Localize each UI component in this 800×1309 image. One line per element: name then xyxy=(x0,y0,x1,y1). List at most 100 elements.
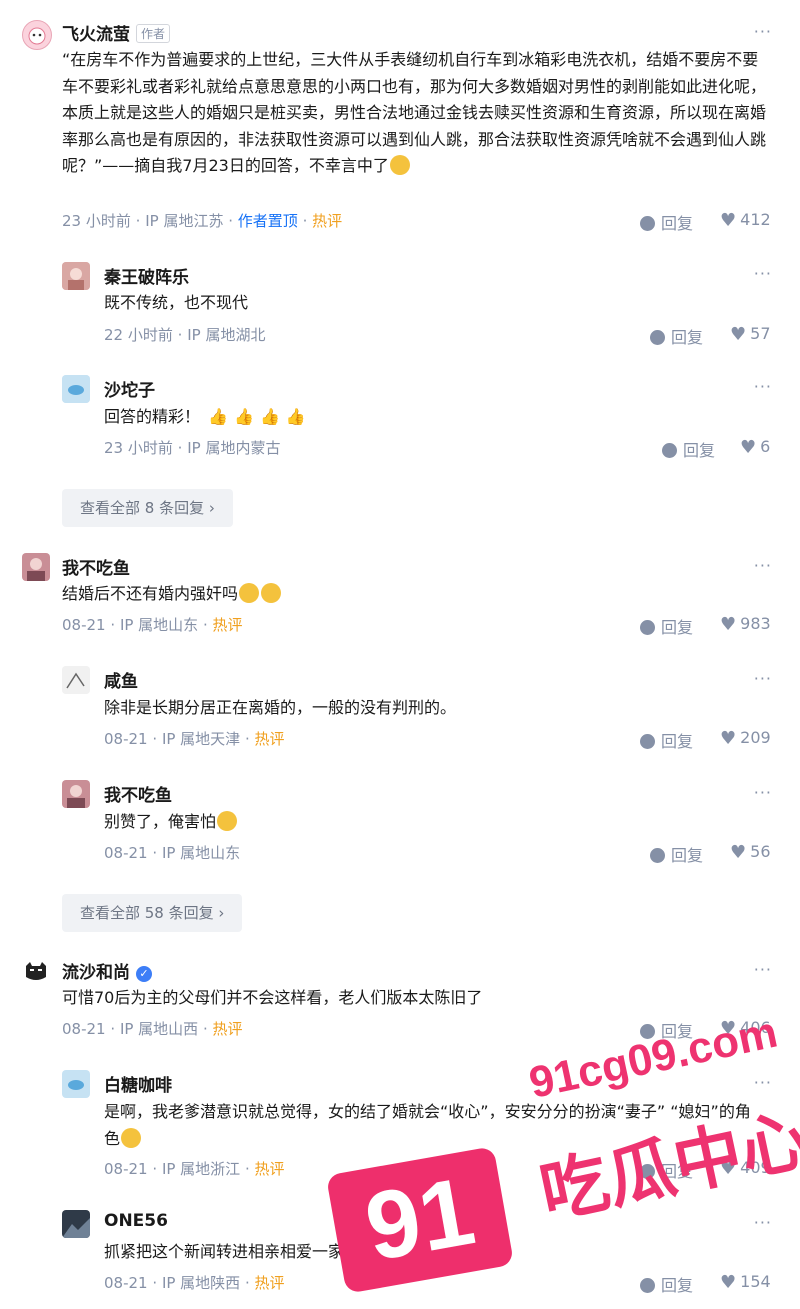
reply-button[interactable]: 回复 xyxy=(650,324,703,348)
reply-button[interactable]: 回复 xyxy=(640,210,693,234)
hot-comment-label: 热评 xyxy=(212,616,243,634)
more-options-icon[interactable]: ··· xyxy=(754,1213,772,1232)
reply-button[interactable]: 回复 xyxy=(662,437,715,461)
reply-author[interactable]: 咸鱼 xyxy=(104,667,138,692)
reply-text: 是啊，我老爹潜意识就总觉得，女的结了婚就会“收心”，安安分分的扮演“妻子” “媳… xyxy=(104,1102,751,1148)
heart-icon: ♥ xyxy=(720,1158,737,1179)
verified-badge-icon: ✓ xyxy=(136,966,152,982)
more-options-icon[interactable]: ··· xyxy=(754,960,772,979)
heart-icon: ♥ xyxy=(730,842,747,863)
like-button[interactable]: ♥ 409 xyxy=(720,1158,771,1179)
hot-comment-label: 热评 xyxy=(254,1274,285,1292)
reply-icon xyxy=(640,734,655,749)
avatar[interactable] xyxy=(62,780,90,808)
heart-icon: ♥ xyxy=(720,728,737,749)
anime-girl-icon xyxy=(62,262,90,290)
reply-icon xyxy=(640,1024,655,1039)
more-options-icon[interactable]: ··· xyxy=(754,669,772,688)
reply-author[interactable]: ONE56 xyxy=(104,1211,168,1231)
avatar[interactable] xyxy=(62,1210,90,1238)
chevron-right-icon: › xyxy=(208,499,215,517)
smile-emoji-icon xyxy=(393,1241,414,1261)
batman-icon xyxy=(26,962,46,980)
reply-icon xyxy=(640,216,655,231)
heart-icon: ♥ xyxy=(720,614,737,635)
heart-icon: ♥ xyxy=(720,1018,737,1039)
reply-button[interactable]: 回复 xyxy=(640,1018,693,1042)
reply-button[interactable]: 回复 xyxy=(640,728,693,752)
reply-text: 别赞了，俺害怕 xyxy=(104,809,238,836)
more-options-icon[interactable]: ··· xyxy=(754,22,772,41)
more-options-icon[interactable]: ··· xyxy=(754,377,772,396)
comment-meta: 08-21 · IP 属地山西 · 热评 xyxy=(62,1020,243,1038)
comment-meta: 23 小时前 · IP 属地江苏 · 作者置顶 · 热评 xyxy=(62,212,343,230)
comment-author[interactable]: 流沙和尚 ✓ xyxy=(62,958,152,983)
comment-author[interactable]: 飞火流萤 作者 xyxy=(62,20,171,45)
heart-icon: ♥ xyxy=(740,437,757,458)
bird-icon xyxy=(62,1070,90,1098)
like-button[interactable]: ♥ 983 xyxy=(720,614,771,635)
reply-author[interactable]: 秦王破阵乐 xyxy=(104,263,189,288)
reply-icon xyxy=(640,1278,655,1293)
anime-girl-icon xyxy=(62,780,90,808)
avatar[interactable] xyxy=(22,957,50,985)
avatar[interactable] xyxy=(62,666,90,694)
reply-author[interactable]: 沙坨子 xyxy=(104,376,155,401)
cartoon-face-icon xyxy=(28,27,46,45)
photo-icon xyxy=(62,1210,90,1238)
avatar[interactable] xyxy=(22,20,52,50)
heart-icon: ♥ xyxy=(730,324,747,345)
like-button[interactable]: ♥ 406 xyxy=(720,1018,771,1039)
like-button[interactable]: ♥ 56 xyxy=(730,842,771,863)
heart-icon: ♥ xyxy=(720,210,737,231)
reply-button[interactable]: 回复 xyxy=(640,1272,693,1296)
reply-text: 回答的精彩！ 👍 👍 👍 👍 xyxy=(104,404,309,431)
comment-meta: 08-21 · IP 属地山东 · 热评 xyxy=(62,616,243,634)
chevron-right-icon: › xyxy=(218,904,225,922)
reply-author[interactable]: 白糖咖啡 xyxy=(104,1071,172,1096)
reply-meta: 23 小时前 · IP 属地内蒙古 xyxy=(104,439,281,457)
reply-meta: 08-21 · IP 属地浙江 · 热评 xyxy=(104,1160,285,1178)
emoji-icon xyxy=(239,583,260,603)
reply-icon xyxy=(650,848,665,863)
reply-button[interactable]: 回复 xyxy=(640,614,693,638)
comment-text: 结婚后不还有婚内强奸吗 xyxy=(62,581,282,608)
like-button[interactable]: ♥ 154 xyxy=(720,1272,771,1293)
thumbs-up-icon: 👍 xyxy=(285,407,306,426)
more-options-icon[interactable]: ··· xyxy=(754,783,772,802)
hot-comment-label: 热评 xyxy=(254,1160,285,1178)
reply-button[interactable]: 回复 xyxy=(640,1158,693,1182)
reply-text: 抓紧把这个新闻转进相亲相爱一家人群里 xyxy=(104,1239,414,1266)
reply-button[interactable]: 回复 xyxy=(650,842,703,866)
more-options-icon[interactable]: ··· xyxy=(754,556,772,575)
anime-girl-icon xyxy=(22,553,50,581)
like-button[interactable]: ♥ 6 xyxy=(740,437,770,458)
author-tag: 作者 xyxy=(136,24,171,43)
reply-meta: 08-21 · IP 属地天津 · 热评 xyxy=(104,730,285,748)
view-all-replies-button[interactable]: 查看全部 8 条回复 › xyxy=(62,489,233,527)
watermark-badge: 91 xyxy=(325,1146,515,1294)
avatar[interactable] xyxy=(62,375,90,403)
reply-author[interactable]: 我不吃鱼 xyxy=(104,781,172,806)
reply-meta: 08-21 · IP 属地山东 xyxy=(104,844,241,862)
reply-icon xyxy=(640,1164,655,1179)
reply-meta: 22 小时前 · IP 属地湖北 xyxy=(104,326,266,344)
like-button[interactable]: ♥ 57 xyxy=(730,324,771,345)
avatar[interactable] xyxy=(22,553,50,581)
heart-icon: ♥ xyxy=(720,1272,737,1293)
avatar[interactable] xyxy=(62,1070,90,1098)
hot-comment-label: 热评 xyxy=(212,1020,243,1038)
emoji-icon xyxy=(389,155,410,175)
crying-emoji-icon xyxy=(217,811,238,831)
thumbs-up-icon: 👍 xyxy=(259,407,280,426)
reply-text: 除非是长期分居正在离婚的，一般的没有判刑的。 xyxy=(104,698,457,717)
like-button[interactable]: ♥ 209 xyxy=(720,728,771,749)
reply-text: 既不传统，也不现代 xyxy=(104,293,249,312)
thumbs-up-icon: 👍 xyxy=(234,407,254,426)
like-button[interactable]: ♥ 412 xyxy=(720,210,771,231)
more-options-icon[interactable]: ··· xyxy=(754,264,772,283)
avatar[interactable] xyxy=(62,262,90,290)
view-all-replies-button[interactable]: 查看全部 58 条回复 › xyxy=(62,894,243,932)
comment-author[interactable]: 我不吃鱼 xyxy=(62,554,130,579)
more-options-icon[interactable]: ··· xyxy=(754,1073,772,1092)
